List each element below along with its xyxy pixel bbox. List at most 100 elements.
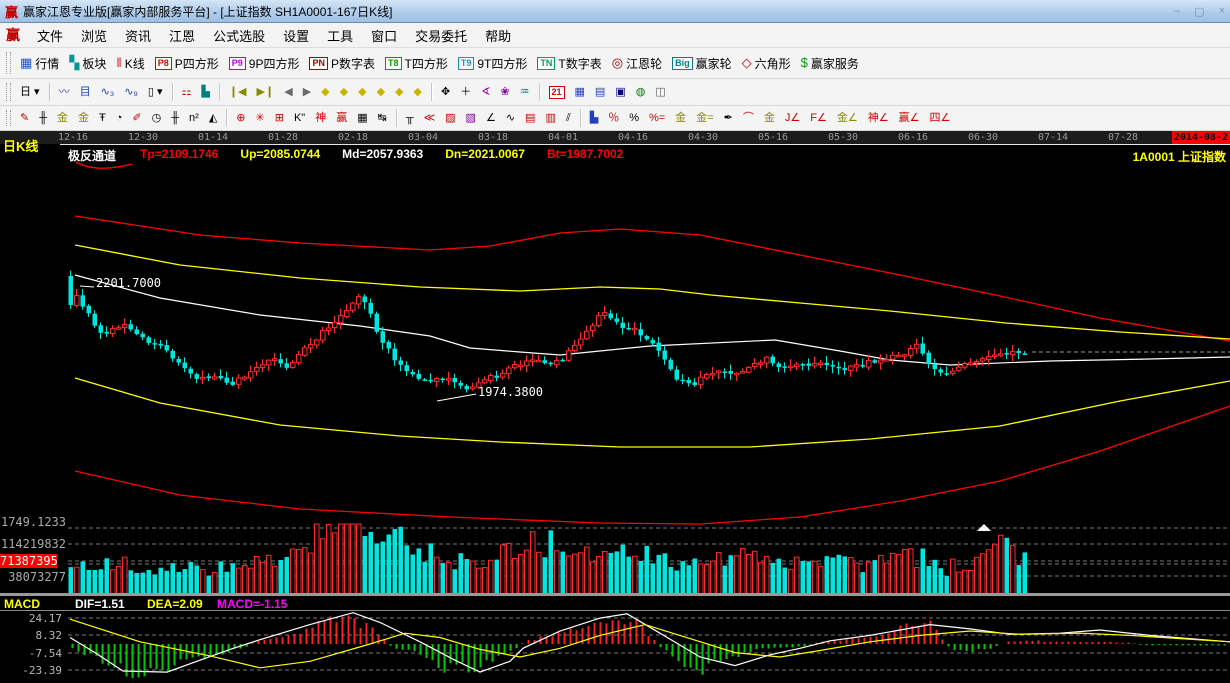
gann-wheel-button[interactable]: ◎江恩轮 bbox=[608, 53, 666, 74]
menu-item-帮助[interactable]: 帮助 bbox=[476, 25, 520, 46]
indicator-name[interactable]: 极反通道 bbox=[68, 147, 116, 164]
stats-bars-tool[interactable]: ▙ bbox=[586, 109, 602, 127]
p-number-table-button[interactable]: PNP数字表 bbox=[305, 53, 379, 74]
calculator-icon[interactable]: ▦ bbox=[571, 83, 589, 101]
gold-circle-tool[interactable]: 金 bbox=[671, 109, 690, 127]
gold-box-tool[interactable]: 金 bbox=[760, 109, 779, 127]
win-tool[interactable]: 赢 bbox=[332, 109, 351, 127]
9t-square-button[interactable]: T99T四方形 bbox=[454, 53, 532, 74]
f-angle-tool[interactable]: F∠ bbox=[806, 109, 831, 127]
menu-item-设置[interactable]: 设置 bbox=[274, 25, 318, 46]
gold-levels-tool[interactable]: 金= bbox=[692, 109, 717, 127]
red-grid-tool-1[interactable]: ▤ bbox=[521, 109, 539, 127]
gold-angle-tool[interactable]: 金∠ bbox=[833, 109, 862, 127]
period-dropdown[interactable]: 日 ▾ bbox=[16, 83, 44, 101]
flag-pen-tool[interactable]: ✒ bbox=[720, 109, 737, 127]
winner-wheel-button[interactable]: Big赢家轮 bbox=[668, 53, 736, 74]
last-bar-icon[interactable]: ▶❙ bbox=[253, 83, 279, 101]
quotes-button[interactable]: ▦行情 bbox=[16, 53, 63, 74]
menu-item-文件[interactable]: 文件 bbox=[28, 25, 72, 46]
toolbar-grip[interactable] bbox=[6, 83, 11, 101]
kline-button[interactable]: ‖K线 bbox=[112, 53, 148, 74]
percent-line-tool[interactable]: ％ bbox=[604, 109, 623, 127]
hexagon-button[interactable]: ◇六角形 bbox=[738, 53, 795, 74]
wave-lines-tool[interactable]: ∿ bbox=[502, 109, 519, 127]
net-grid-tool[interactable]: ⊞ bbox=[271, 109, 288, 127]
t-number-table-button[interactable]: TNT数字表 bbox=[533, 53, 605, 74]
color-histogram-icon[interactable]: ▙ bbox=[197, 83, 213, 101]
mirror-angle-tool[interactable]: ◭ bbox=[205, 109, 221, 127]
percent-tool[interactable]: % bbox=[625, 109, 643, 127]
span-arrow-tool[interactable]: ↹ bbox=[374, 109, 391, 127]
panel-separator[interactable] bbox=[0, 593, 1230, 596]
percent-levels-tool[interactable]: %= bbox=[645, 109, 669, 127]
next-bar-icon[interactable]: ▶ bbox=[299, 83, 315, 101]
period-label[interactable]: 日K线 bbox=[3, 136, 38, 155]
marker-pen-tool[interactable]: ✐ bbox=[128, 109, 145, 127]
fan-box-red-tool[interactable]: ▨ bbox=[441, 109, 459, 127]
download-data-icon[interactable]: ◍ bbox=[632, 83, 650, 101]
9p-square-button[interactable]: P99P四方形 bbox=[225, 53, 304, 74]
red-grid-tool-2[interactable]: ▥ bbox=[541, 109, 559, 127]
toolbar-grip[interactable] bbox=[6, 110, 11, 126]
shen-tool[interactable]: 神 bbox=[311, 109, 330, 127]
win-angle-tool[interactable]: 赢∠ bbox=[895, 109, 924, 127]
line-grid-tool-1[interactable]: ╫ bbox=[35, 109, 51, 127]
notes-icon[interactable]: ▤ bbox=[591, 83, 609, 101]
toolbar-grip[interactable] bbox=[6, 52, 11, 74]
menu-item-资讯[interactable]: 资讯 bbox=[116, 25, 160, 46]
calendar-icon[interactable]: 21 bbox=[545, 84, 569, 101]
crosshair-icon[interactable]: ＋ bbox=[456, 83, 475, 101]
menu-item-工具[interactable]: 工具 bbox=[318, 25, 362, 46]
menu-item-窗口[interactable]: 窗口 bbox=[362, 25, 406, 46]
angle-lines-tool[interactable]: ∠ bbox=[482, 109, 500, 127]
fan-box-purple-tool[interactable]: ▧ bbox=[462, 109, 480, 127]
menu-item-江恩[interactable]: 江恩 bbox=[160, 25, 204, 46]
brush-tool[interactable]: ✎ bbox=[16, 109, 33, 127]
k-mark-tool[interactable]: K" bbox=[290, 109, 309, 127]
zigzag3-icon[interactable]: ∿₃ bbox=[97, 83, 119, 101]
grid-123-tool[interactable]: ▦ bbox=[353, 109, 371, 127]
stock-pattern-icon[interactable]: ⚏ bbox=[178, 83, 196, 101]
shen-angle-tool[interactable]: 神∠ bbox=[864, 109, 893, 127]
parallel-lines-tool[interactable]: ⫽ bbox=[562, 109, 575, 127]
zigzag9-icon[interactable]: ∿₉ bbox=[120, 83, 142, 101]
p-square-button[interactable]: P8P四方形 bbox=[151, 53, 223, 74]
drag-hand-icon[interactable]: ✥ bbox=[437, 83, 454, 101]
window-control-glyph[interactable]: × bbox=[1219, 5, 1225, 18]
t-square-button[interactable]: T8T四方形 bbox=[381, 53, 452, 74]
expand-x-icon[interactable]: ◆ bbox=[336, 83, 352, 101]
remote-pc-icon[interactable]: ◫ bbox=[651, 83, 669, 101]
expand-view-icon[interactable]: ◆ bbox=[391, 83, 407, 101]
menu-item-浏览[interactable]: 浏览 bbox=[72, 25, 116, 46]
line-grid-tool-2[interactable]: ╫ bbox=[167, 109, 183, 127]
expand-both-icon[interactable]: ◆ bbox=[354, 83, 370, 101]
symbol-label[interactable]: 1A0001 上证指数 bbox=[1133, 148, 1226, 165]
starburst-tool[interactable]: ✳ bbox=[252, 109, 269, 127]
spiral-tool[interactable]: ◔ bbox=[112, 109, 127, 127]
fan-lines-tool[interactable]: ≪ bbox=[420, 109, 440, 127]
window-control-glyph[interactable]: ▢ bbox=[1194, 5, 1204, 18]
sectors-button[interactable]: ▚板块 bbox=[65, 53, 110, 74]
gold-ruler-tool-1[interactable]: 金 bbox=[53, 109, 72, 127]
menu-item-交易委托[interactable]: 交易委托 bbox=[406, 25, 476, 46]
t-square-draw-tool[interactable]: ╥ bbox=[402, 109, 418, 127]
target-tool[interactable]: ⊕ bbox=[232, 109, 249, 127]
f10-info-icon[interactable]: 目 bbox=[76, 83, 95, 101]
river-map-icon[interactable]: 〰 bbox=[55, 83, 74, 101]
full-view-icon[interactable]: ◆ bbox=[410, 83, 426, 101]
angle-measure-icon[interactable]: ∢ bbox=[477, 83, 494, 101]
pattern-map-icon[interactable]: ♒ bbox=[516, 83, 534, 101]
prev-bar-icon[interactable]: ◀ bbox=[280, 83, 296, 101]
winner-service-button[interactable]: $赢家服务 bbox=[797, 53, 863, 74]
gann-flower-icon[interactable]: ❀ bbox=[496, 83, 513, 101]
j-angle-tool[interactable]: J∠ bbox=[781, 109, 804, 127]
cycle-clock-tool[interactable]: ◷ bbox=[148, 109, 166, 127]
gold-ruler-tool-2[interactable]: 金 bbox=[74, 109, 93, 127]
channel-arc-tool[interactable]: ⌒ bbox=[739, 109, 758, 127]
n-square-tool[interactable]: n² bbox=[185, 109, 203, 127]
shrink-x-icon[interactable]: ◆ bbox=[317, 83, 333, 101]
candle-style-dropdown[interactable]: ▯ ▾ bbox=[144, 83, 167, 101]
compress-view-icon[interactable]: ◆ bbox=[373, 83, 389, 101]
menu-item-公式选股[interactable]: 公式选股 bbox=[204, 25, 274, 46]
